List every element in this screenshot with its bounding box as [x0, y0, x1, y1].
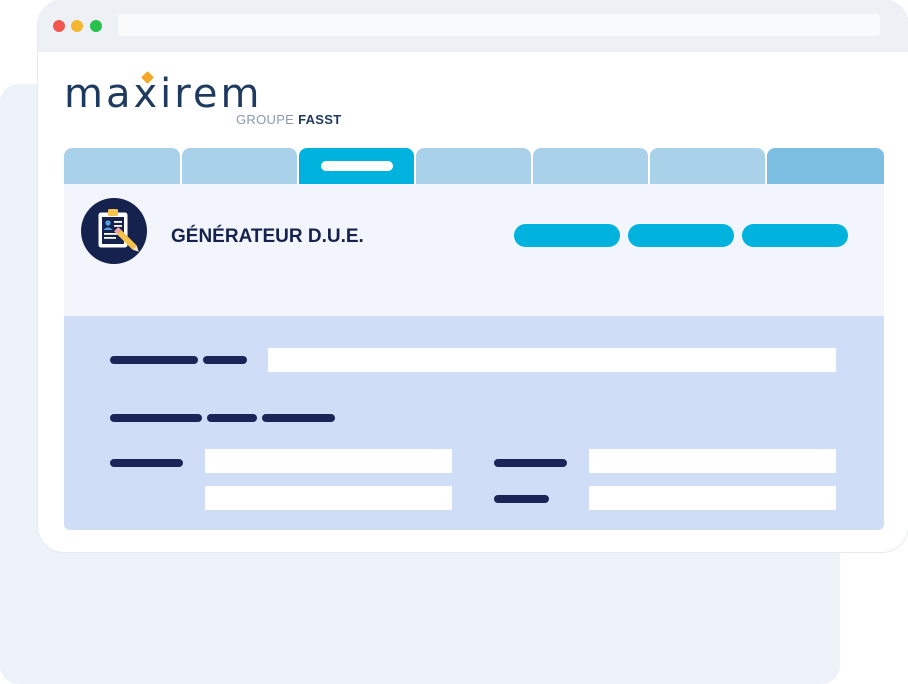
section-heading-placeholder	[207, 414, 257, 422]
maxirem-logo: max irem GROUPE FASST	[64, 71, 364, 130]
page-title: GÉNÉRATEUR D.U.E.	[171, 226, 364, 247]
logo-group-prefix: GROUPE	[236, 112, 295, 127]
header-action-button-2[interactable]	[628, 224, 734, 247]
minimize-window-button[interactable]	[71, 20, 83, 32]
logo-x-mark: x	[133, 71, 160, 117]
browser-titlebar	[38, 0, 908, 52]
tab-1[interactable]	[64, 148, 180, 184]
text-input[interactable]	[268, 348, 836, 372]
logo-wordmark-part: ma	[64, 71, 134, 117]
logo-wordmark-part: irem	[160, 71, 263, 117]
browser-window: max irem GROUPE FASST GÉNÉRATEUR D.U.E.	[38, 0, 908, 552]
tab-2[interactable]	[182, 148, 297, 184]
tab-6[interactable]	[650, 148, 765, 184]
tab-5[interactable]	[533, 148, 648, 184]
header-action-button-3[interactable]	[742, 224, 848, 247]
clipboard-pencil-icon-svg	[98, 209, 139, 252]
form-panel	[64, 316, 884, 530]
header-action-button-1[interactable]	[514, 224, 620, 247]
logo-group-line: GROUPE FASST	[236, 112, 341, 127]
section-heading-placeholder	[110, 414, 202, 422]
section-heading-placeholder	[262, 414, 335, 422]
tab-3-active[interactable]	[299, 148, 414, 184]
tab-7[interactable]	[767, 148, 884, 184]
maximize-window-button[interactable]	[90, 20, 102, 32]
tab-4[interactable]	[416, 148, 531, 184]
active-tab-label-placeholder	[321, 161, 393, 171]
field-label-placeholder	[203, 356, 247, 364]
text-input[interactable]	[205, 449, 452, 473]
close-window-button[interactable]	[53, 20, 65, 32]
app-header: GÉNÉRATEUR D.U.E.	[64, 184, 884, 316]
field-label-placeholder	[110, 459, 183, 467]
clipboard-pencil-icon	[81, 198, 147, 264]
address-bar[interactable]	[118, 14, 880, 36]
text-input[interactable]	[589, 449, 836, 473]
logo-wordmark: max irem	[64, 70, 262, 118]
text-input[interactable]	[589, 486, 836, 510]
tab-bar	[64, 148, 884, 184]
logo-group-brand: FASST	[298, 112, 342, 127]
field-label-placeholder	[494, 495, 549, 503]
text-input[interactable]	[205, 486, 452, 510]
field-label-placeholder	[110, 356, 198, 364]
field-label-placeholder	[494, 459, 567, 467]
